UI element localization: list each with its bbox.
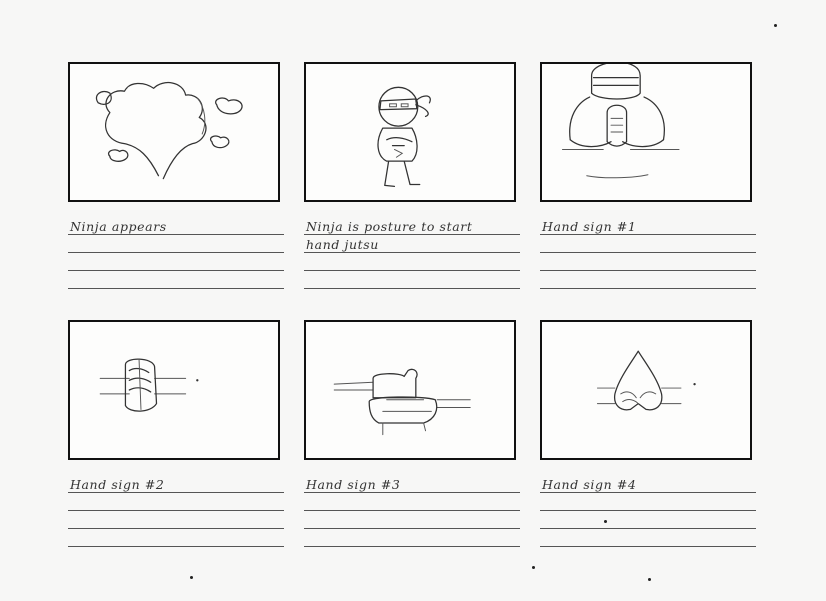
caption-rule [68, 252, 284, 253]
ninja-hands-clasped-sketch [561, 64, 680, 179]
hand-sign-interlaced-sketch [99, 358, 199, 412]
hand-sign-steeple-sketch [596, 350, 696, 411]
paper-speck [532, 566, 535, 569]
caption-rule [540, 510, 756, 511]
paper-speck [774, 24, 777, 27]
frame-4-caption: Hand sign #2 [70, 477, 165, 492]
caption-rule [540, 252, 756, 253]
frame-2-panel [304, 62, 516, 202]
caption-rule [540, 270, 756, 271]
frame-6-caption-area: Hand sign #4 [540, 476, 756, 556]
caption-rule [304, 528, 520, 529]
caption-rule [540, 288, 756, 289]
frame-4-caption-area: Hand sign #2 [68, 476, 284, 556]
smoke-cloud-sketch [95, 81, 243, 180]
caption-rule [68, 510, 284, 511]
storyboard-sheet: Ninja appears Ninja is posture to start … [0, 0, 826, 601]
frame-2-caption-area: Ninja is posture to start hand jutsu [304, 218, 520, 298]
frame-1-panel [68, 62, 280, 202]
caption-rule [68, 288, 284, 289]
caption-rule [540, 546, 756, 547]
paper-speck [648, 578, 651, 581]
frame-6-panel [540, 320, 752, 460]
paper-speck [190, 576, 193, 579]
ninja-full-body-sketch [377, 86, 431, 188]
hand-sign-stacked-sketch [333, 368, 471, 436]
frame-5-caption: Hand sign #3 [306, 477, 401, 492]
caption-rule [304, 288, 520, 289]
frame-6-caption: Hand sign #4 [542, 477, 637, 492]
caption-rule [68, 528, 284, 529]
caption-rule [304, 510, 520, 511]
frame-5-panel [304, 320, 516, 460]
caption-rule [68, 270, 284, 271]
caption-rule [304, 270, 520, 271]
frame-3-caption: Hand sign #1 [542, 219, 637, 234]
caption-rule [540, 528, 756, 529]
frame-3-panel [540, 62, 752, 202]
frame-2-caption: Ninja is posture to start [306, 219, 473, 234]
caption-rule [304, 546, 520, 547]
frame-1-caption: Ninja appears [70, 219, 167, 234]
frame-3-caption-area: Hand sign #1 [540, 218, 756, 298]
frame-4-panel [68, 320, 280, 460]
frame-1-caption-area: Ninja appears [68, 218, 284, 298]
frame-5-caption-area: Hand sign #3 [304, 476, 520, 556]
caption-rule [68, 546, 284, 547]
frame-2-caption-line2: hand jutsu [306, 237, 379, 252]
paper-speck [604, 520, 607, 523]
